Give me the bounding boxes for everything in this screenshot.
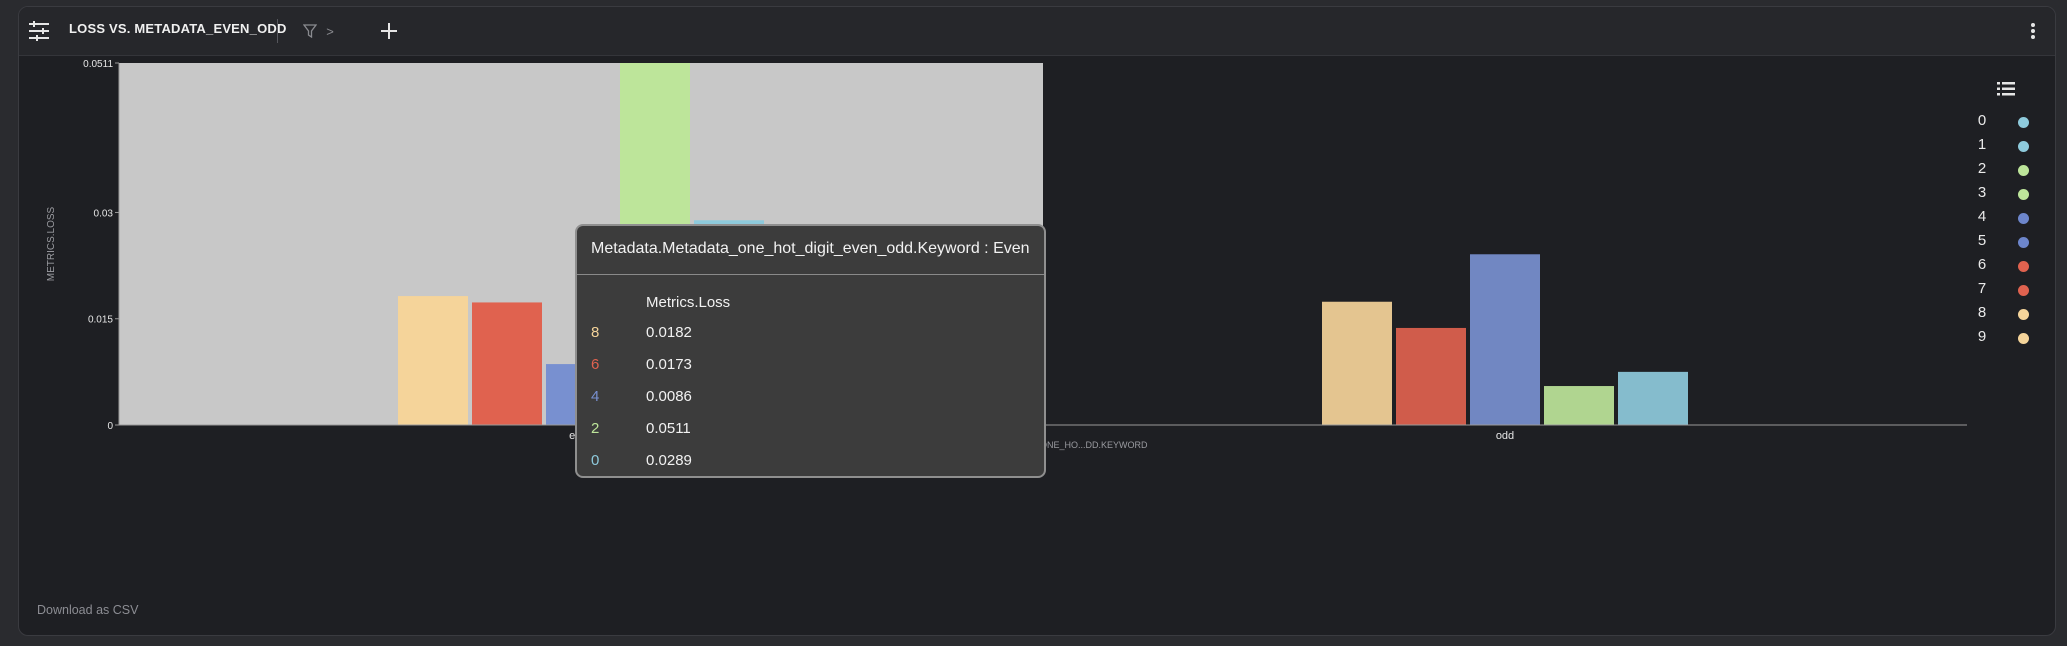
- bar-odd-2: [1544, 386, 1614, 425]
- tooltip-series-value: 0.0289: [646, 452, 692, 469]
- legend-label: 3: [1977, 184, 1987, 201]
- tooltip-row: 0 0.0289: [577, 452, 1044, 476]
- tooltip-row: 2 0.0511: [577, 420, 1044, 444]
- chart-tooltip: Metadata.Metadata_one_hot_digit_even_odd…: [575, 224, 1046, 478]
- legend-item-4[interactable]: 4: [1975, 208, 2035, 230]
- bar-even-8: [398, 296, 468, 425]
- y-tick-label: 0.0511: [83, 59, 113, 70]
- legend-item-5[interactable]: 5: [1975, 232, 2035, 254]
- legend-label: 0: [1977, 112, 1987, 129]
- bar-odd-6: [1396, 327, 1466, 425]
- tooltip-series-key: 4: [591, 388, 600, 405]
- y-tick-label: 0.015: [88, 315, 113, 326]
- legend-label: 7: [1977, 280, 1987, 297]
- tooltip-row: 4 0.0086: [577, 388, 1044, 412]
- legend-color-dot: [2018, 117, 2029, 128]
- bar-odd-0: [1618, 371, 1688, 425]
- legend-item-3[interactable]: 3: [1975, 184, 2035, 206]
- legend-color-dot: [2018, 141, 2029, 152]
- legend-color-dot: [2018, 309, 2029, 320]
- tooltip-row: 6 0.0173: [577, 356, 1044, 380]
- legend-label: 2: [1977, 160, 1987, 177]
- legend-color-dot: [2018, 189, 2029, 200]
- tooltip-title: Metadata.Metadata_one_hot_digit_even_odd…: [591, 240, 1030, 257]
- tooltip-row: 8 0.0182: [577, 324, 1044, 348]
- legend-label: 5: [1977, 232, 1987, 249]
- legend-item-0[interactable]: 0: [1975, 112, 2035, 134]
- x-tick-label: odd: [1496, 430, 1514, 442]
- tooltip-series-value: 0.0511: [646, 420, 691, 437]
- bar-odd-4: [1470, 254, 1540, 425]
- legend-list-icon[interactable]: [1997, 82, 2017, 98]
- tooltip-column-header: Metrics.Loss: [646, 294, 731, 311]
- legend-item-1[interactable]: 1: [1975, 136, 2035, 158]
- legend-color-dot: [2018, 285, 2029, 296]
- legend-label: 4: [1977, 208, 1987, 225]
- bar-odd-8: [1322, 301, 1392, 425]
- legend-color-dot: [2018, 213, 2029, 224]
- legend-label: 1: [1977, 136, 1987, 153]
- legend-item-7[interactable]: 7: [1975, 280, 2035, 302]
- y-axis-label: METRICS.LOSS: [46, 206, 57, 281]
- download-csv-link[interactable]: Download as CSV: [37, 603, 138, 617]
- legend-item-2[interactable]: 2: [1975, 160, 2035, 182]
- legend-item-8[interactable]: 8: [1975, 304, 2035, 326]
- legend-item-9[interactable]: 9: [1975, 328, 2035, 350]
- y-tick-label: 0: [107, 421, 113, 432]
- tooltip-series-value: 0.0086: [646, 388, 692, 405]
- legend-label: 9: [1977, 328, 1987, 345]
- tooltip-series-value: 0.0173: [646, 356, 692, 373]
- legend-label: 8: [1977, 304, 1987, 321]
- y-tick-label: 0.03: [94, 208, 114, 219]
- legend-item-6[interactable]: 6: [1975, 256, 2035, 278]
- tooltip-series-value: 0.0182: [646, 324, 692, 341]
- bar-even-6: [472, 302, 542, 425]
- tooltip-divider: [577, 274, 1044, 275]
- legend-color-dot: [2018, 261, 2029, 272]
- legend-color-dot: [2018, 237, 2029, 248]
- legend-color-dot: [2018, 165, 2029, 176]
- legend-label: 6: [1977, 256, 1987, 273]
- tooltip-series-key: 0: [591, 452, 600, 469]
- tooltip-series-key: 2: [591, 420, 600, 437]
- legend-color-dot: [2018, 333, 2029, 344]
- tooltip-series-key: 6: [591, 356, 600, 373]
- tooltip-series-key: 8: [591, 324, 600, 341]
